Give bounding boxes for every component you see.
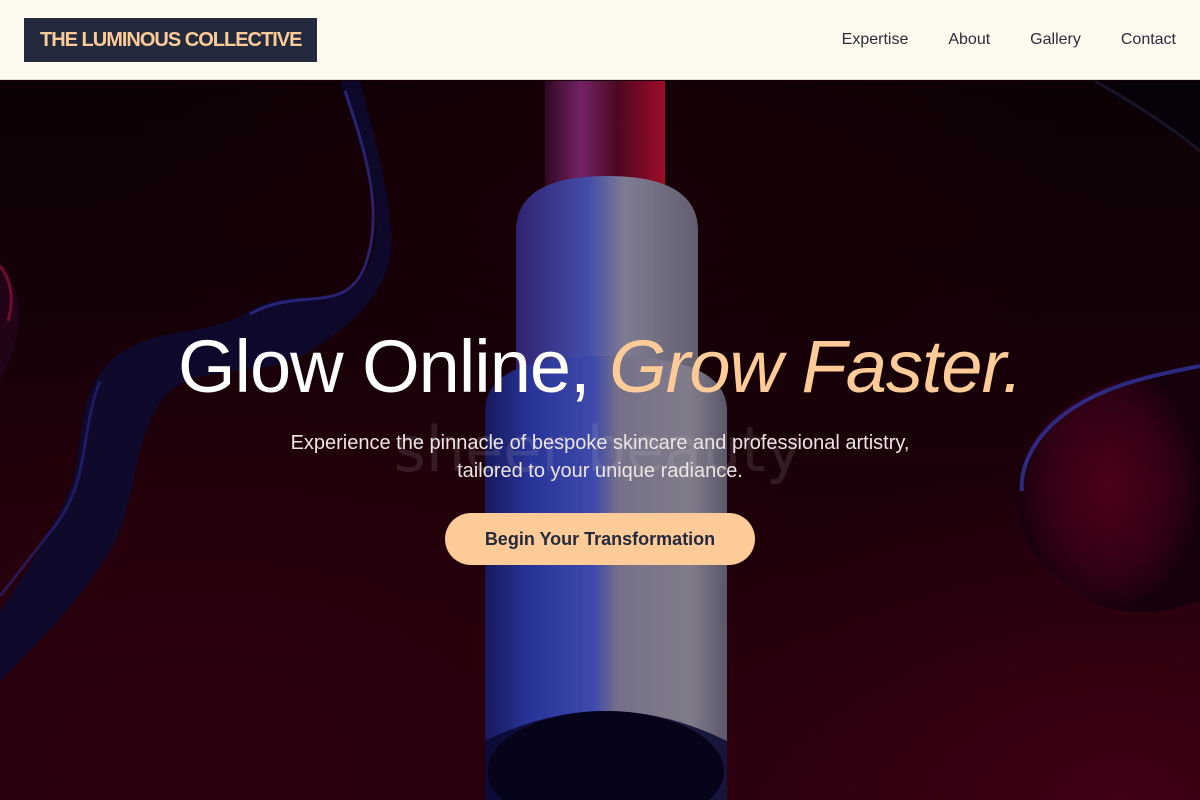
main-nav: Expertise About Gallery Contact	[842, 0, 1176, 80]
hero-content: Glow Online, Grow Faster. Experience the…	[0, 321, 1200, 565]
nav-link-gallery[interactable]: Gallery	[1030, 31, 1081, 49]
hero-title: Glow Online, Grow Faster.	[0, 321, 1200, 413]
begin-transformation-button[interactable]: Begin Your Transformation	[444, 513, 756, 565]
nav-link-about[interactable]: About	[948, 31, 990, 49]
site-header: THE LUMINOUS COLLECTIVE Expertise About …	[0, 0, 1200, 80]
hero-subtitle-line2: tailored to your unique radiance.	[457, 460, 743, 482]
hero-section: sheer beauty Glow Online, Grow Faster. E…	[0, 81, 1200, 800]
brand-logo[interactable]: THE LUMINOUS COLLECTIVE	[24, 18, 318, 62]
hero-subtitle-line1: Experience the pinnacle of bespoke skinc…	[290, 432, 910, 454]
nav-link-expertise[interactable]: Expertise	[842, 31, 909, 49]
nav-link-contact[interactable]: Contact	[1121, 31, 1176, 49]
hero-title-main: Glow Online,	[177, 325, 591, 408]
hero-title-accent: Grow Faster.	[609, 325, 1023, 408]
hero-subtitle: Experience the pinnacle of bespoke skinc…	[270, 429, 930, 485]
